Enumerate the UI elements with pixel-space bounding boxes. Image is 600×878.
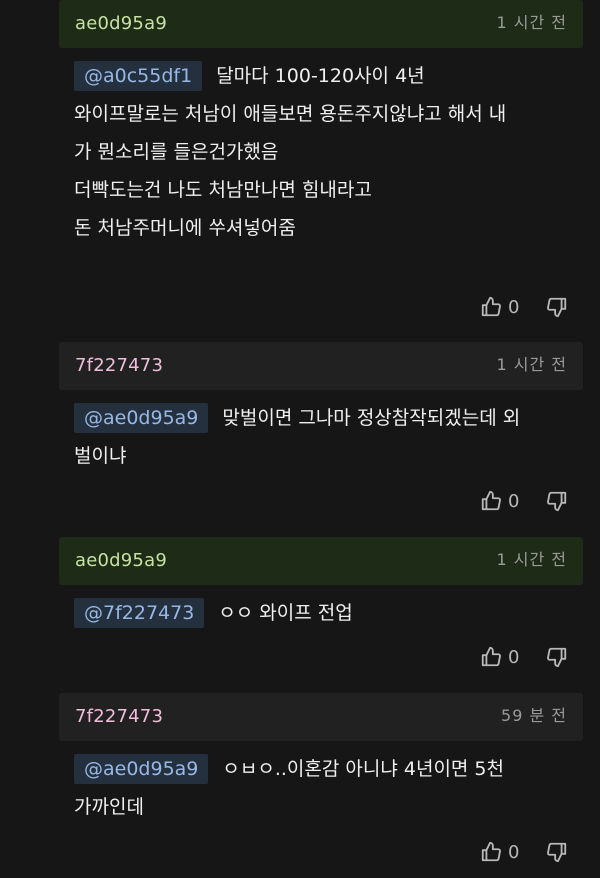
comment-text-line: 돈 처남주머니에 쑤셔넣어줌 [74, 217, 296, 239]
comment-body: @a0c55df1 달마다 100-120사이 4년 와이프말로는 처남이 애들보… [74, 57, 582, 247]
dislike-button[interactable] [546, 646, 568, 668]
thumbs-down-icon [546, 646, 568, 668]
comment-header: 7f227473 1 시간 전 [59, 342, 583, 390]
comment-body: @ae0d95a9 ㅇㅂㅇ..이혼감 아니냐 4년이면 5천 가까인데 [74, 750, 582, 826]
mention-link[interactable]: @7f227473 [74, 598, 205, 628]
like-count: 0 [508, 296, 520, 318]
thumbs-down-icon [546, 296, 568, 318]
comment-author[interactable]: ae0d95a9 [75, 549, 167, 573]
mention-link[interactable]: @ae0d95a9 [74, 754, 209, 784]
comment-header: ae0d95a9 1 시간 전 [59, 0, 583, 48]
comment-timestamp: 1 시간 전 [496, 13, 567, 32]
comment-text-line: 가 뭔소리를 들은건가했음 [74, 141, 279, 163]
comment-author[interactable]: 7f227473 [75, 705, 163, 729]
comment-header: ae0d95a9 1 시간 전 [59, 537, 583, 585]
thumbs-down-icon [546, 490, 568, 512]
like-button[interactable]: 0 [480, 646, 526, 668]
like-count: 0 [508, 646, 520, 668]
comment-body: @ae0d95a9 맞벌이면 그나마 정상참작되겠는데 외 벌이냐 [74, 399, 582, 475]
mention-link[interactable]: @a0c55df1 [74, 61, 203, 91]
like-button[interactable]: 0 [480, 490, 526, 512]
comment-header: 7f227473 59 분 전 [59, 693, 583, 741]
comment-text-line: 더빡도는건 나도 처남만나면 힘내라고 [74, 179, 372, 201]
thumbs-up-icon [480, 296, 502, 318]
like-button[interactable]: 0 [480, 841, 526, 863]
thumbs-down-icon [546, 841, 568, 863]
comment-author[interactable]: 7f227473 [75, 354, 163, 378]
vote-bar: 0 [480, 293, 568, 321]
comment-timestamp: 59 분 전 [501, 706, 567, 725]
like-count: 0 [508, 490, 520, 512]
comment-text-line: 맞벌이면 그나마 정상참작되겠는데 외 [222, 407, 521, 429]
comment-text-line: ㅇㅂㅇ..이혼감 아니냐 4년이면 5천 [222, 758, 505, 780]
dislike-button[interactable] [546, 490, 568, 512]
comment-text-line: 가까인데 [74, 796, 144, 818]
thumbs-up-icon [480, 646, 502, 668]
comment-text-line: 벌이냐 [74, 445, 127, 467]
comment-text-line: ㅇㅇ 와이프 전업 [218, 602, 353, 624]
comment-timestamp: 1 시간 전 [496, 355, 567, 374]
thumbs-up-icon [480, 841, 502, 863]
mention-link[interactable]: @ae0d95a9 [74, 403, 209, 433]
comment-text-line: 와이프말로는 처남이 애들보면 용돈주지않냐고 해서 내 [74, 103, 507, 125]
comment-thread: ae0d95a9 1 시간 전 @a0c55df1 달마다 100-120사이 4… [0, 0, 600, 878]
comment-body: @7f227473 ㅇㅇ 와이프 전업 [74, 594, 582, 632]
thumbs-up-icon [480, 490, 502, 512]
comment-author[interactable]: ae0d95a9 [75, 12, 167, 36]
comment-timestamp: 1 시간 전 [496, 550, 567, 569]
dislike-button[interactable] [546, 296, 568, 318]
vote-bar: 0 [480, 643, 568, 671]
comment-text-line: 달마다 100-120사이 4년 [216, 65, 425, 87]
dislike-button[interactable] [546, 841, 568, 863]
vote-bar: 0 [480, 487, 568, 515]
like-count: 0 [508, 841, 520, 863]
like-button[interactable]: 0 [480, 296, 526, 318]
vote-bar: 0 [480, 838, 568, 866]
